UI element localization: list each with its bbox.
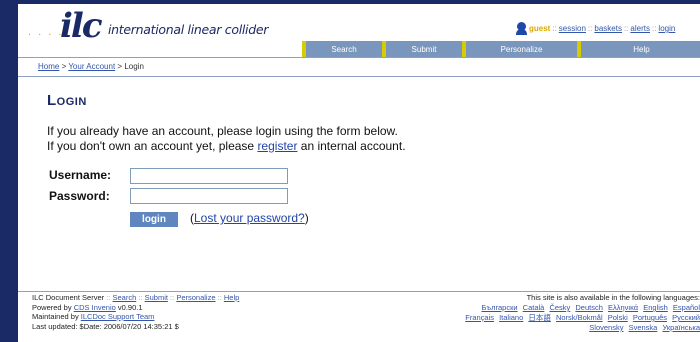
brand-name: international linear collider (108, 22, 269, 37)
lang-no[interactable]: Norsk/Bokmål (556, 313, 603, 322)
baskets-link[interactable]: baskets (594, 24, 622, 33)
alerts-link[interactable]: alerts (630, 24, 650, 33)
register-link[interactable]: register (257, 139, 297, 153)
intro-text: If you already have an account, please l… (47, 124, 406, 153)
footer-personalize-link[interactable]: Personalize (176, 293, 215, 302)
password-label: Password: (49, 189, 110, 203)
footer-info: ILC Document Server :: Search :: Submit … (32, 293, 240, 331)
lang-ja[interactable]: 日本語 (528, 313, 551, 322)
tab-help[interactable]: Help (577, 41, 700, 57)
footer-search-link[interactable]: Search (112, 293, 136, 302)
breadcrumb-divider (18, 76, 700, 77)
guest-label: guest (529, 24, 551, 33)
language-intro: This site is also available in the follo… (526, 293, 700, 302)
logo-dots: . . . . (28, 26, 64, 38)
last-updated: Last updated: $Date: 2006/07/20 14:35:21… (32, 321, 179, 331)
lang-pt[interactable]: Português (633, 313, 667, 322)
lang-de[interactable]: Deutsch (575, 303, 603, 312)
tab-submit[interactable]: Submit (382, 41, 462, 57)
session-link[interactable]: session (559, 24, 586, 33)
lang-es[interactable]: Español (673, 303, 700, 312)
lang-it[interactable]: Italiano (499, 313, 523, 322)
lang-bg[interactable]: Български (481, 303, 517, 312)
tab-search[interactable]: Search (302, 41, 382, 57)
username-label: Username: (49, 168, 112, 182)
lang-pl[interactable]: Polski (608, 313, 628, 322)
lang-fr[interactable]: Français (465, 313, 494, 322)
language-list: This site is also available in the follo… (450, 293, 700, 333)
breadcrumb-account[interactable]: Your Account (68, 62, 115, 71)
lang-sk[interactable]: Slovensky (589, 323, 623, 332)
lang-ru[interactable]: Русский (672, 313, 700, 322)
main-tabs: Search Submit Personalize Help (302, 41, 700, 57)
footer-submit-link[interactable]: Submit (145, 293, 168, 302)
lang-el[interactable]: Ελληνικά (608, 303, 638, 312)
cds-invenio-link[interactable]: CDS Invenio (74, 303, 116, 312)
page-title: Login (47, 92, 87, 109)
lost-password-link[interactable]: Lost your password? (194, 211, 305, 225)
lang-ca[interactable]: Català (523, 303, 545, 312)
username-input[interactable] (130, 168, 288, 184)
lang-uk[interactable]: Українська (662, 323, 700, 332)
user-icon (516, 22, 527, 35)
top-nav: guest :: session :: baskets :: alerts ::… (516, 22, 675, 35)
lang-cs[interactable]: Česky (549, 303, 570, 312)
password-input[interactable] (130, 188, 288, 204)
login-button[interactable]: login (130, 212, 178, 227)
support-team-link[interactable]: ILCDoc Support Team (81, 312, 155, 321)
footer-divider (18, 291, 700, 292)
footer-help-link[interactable]: Help (224, 293, 239, 302)
tab-personalize[interactable]: Personalize (462, 41, 577, 57)
breadcrumb-current: Login (124, 62, 144, 71)
header-divider (18, 57, 700, 58)
breadcrumb-home[interactable]: Home (38, 62, 59, 71)
lang-en[interactable]: English (643, 303, 668, 312)
breadcrumb: Home > Your Account > Login (38, 62, 144, 71)
login-link[interactable]: login (658, 24, 675, 33)
page: . . . . ilc international linear collide… (18, 4, 700, 342)
lost-password: (Lost your password?) (190, 211, 309, 225)
ilc-logo[interactable]: ilc (60, 6, 103, 46)
lang-sv[interactable]: Svenska (629, 323, 658, 332)
